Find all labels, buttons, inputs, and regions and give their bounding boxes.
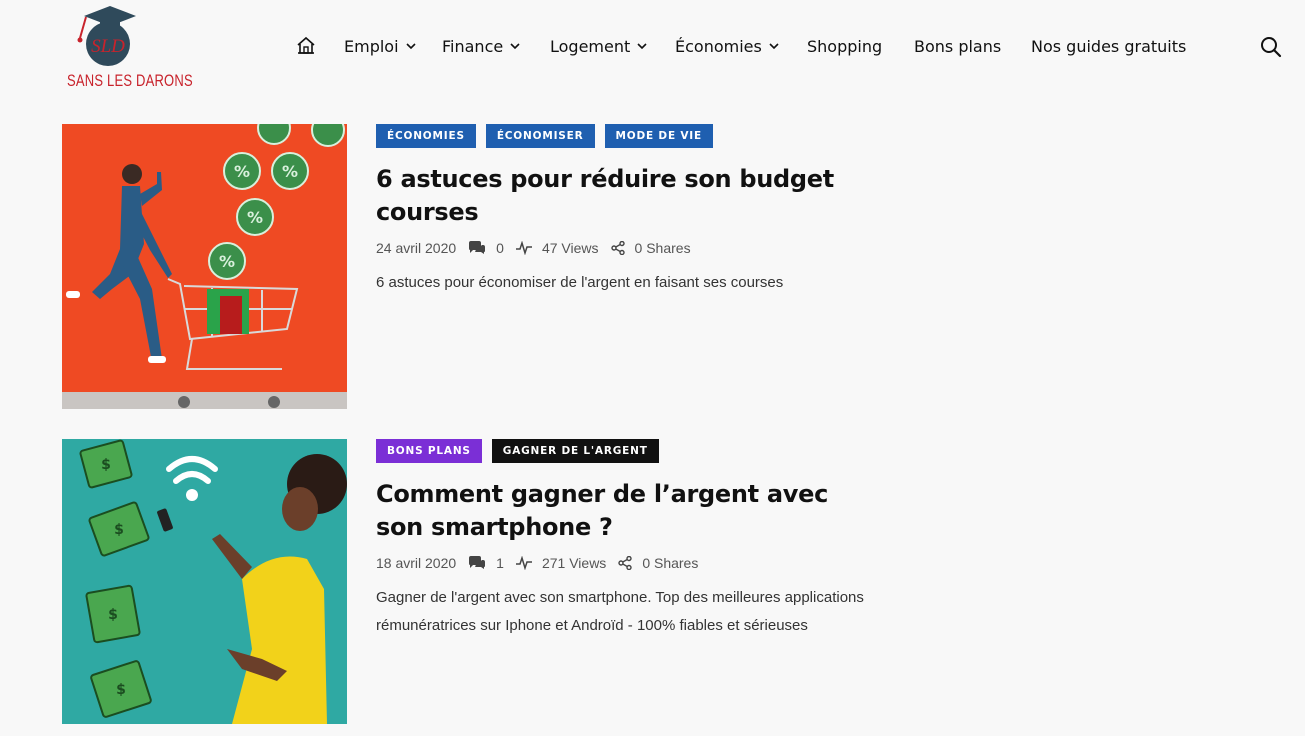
nav-label: Finance bbox=[442, 36, 504, 56]
nav-item-shopping[interactable]: Shopping bbox=[807, 33, 882, 59]
article-title[interactable]: Comment gagner de l’argent avec son smar… bbox=[376, 478, 876, 544]
comments-icon bbox=[469, 241, 486, 254]
svg-text:$: $ bbox=[116, 682, 126, 698]
nav-label: Shopping bbox=[807, 36, 883, 56]
article-tags: Bons plans Gagner de l'argent bbox=[376, 439, 659, 463]
chevron-down-icon bbox=[405, 43, 416, 50]
svg-text:%: % bbox=[234, 162, 250, 181]
share-icon bbox=[610, 241, 625, 255]
activity-icon bbox=[515, 241, 532, 255]
svg-text:$: $ bbox=[108, 607, 118, 623]
article-excerpt: 6 astuces pour économiser de l'argent en… bbox=[376, 274, 784, 291]
share-icon bbox=[618, 556, 633, 570]
nav-item-emploi[interactable]: Emploi bbox=[344, 33, 417, 59]
home-icon[interactable] bbox=[296, 36, 316, 56]
svg-text:$: $ bbox=[114, 522, 124, 538]
share-count: 0 Shares bbox=[634, 240, 691, 256]
article-meta: 18 avril 2020 1 271 Views 0 Shares bbox=[376, 555, 698, 571]
view-count: 47 Views bbox=[541, 240, 599, 256]
tag-bons-plans[interactable]: Bons plans bbox=[376, 439, 482, 463]
tag-economies[interactable]: Économies bbox=[376, 124, 476, 148]
nav-label: Emploi bbox=[344, 36, 399, 56]
shopping-cart-image: %%%% bbox=[62, 124, 347, 409]
search-icon[interactable] bbox=[1259, 35, 1283, 59]
article-thumbnail[interactable]: %%%% bbox=[62, 124, 347, 409]
article-date: 24 avril 2020 bbox=[376, 240, 457, 256]
nav-item-finance[interactable]: Finance bbox=[442, 33, 521, 59]
logo-text: SANS LES DARONS bbox=[67, 71, 193, 90]
chevron-down-icon bbox=[510, 43, 520, 50]
article-title[interactable]: 6 astuces pour réduire son budget course… bbox=[376, 163, 876, 229]
tag-mode-de-vie[interactable]: Mode de vie bbox=[604, 124, 713, 148]
article-excerpt: Gagner de l'argent avec son smartphone. … bbox=[376, 589, 864, 634]
view-count: 271 Views bbox=[541, 555, 607, 571]
chevron-down-icon bbox=[769, 43, 779, 50]
svg-text:%: % bbox=[219, 252, 235, 271]
smartphone-money-image: $ $ $ $ bbox=[62, 439, 347, 724]
svg-text:%: % bbox=[247, 208, 263, 227]
nav-item-guides[interactable]: Nos guides gratuits bbox=[1031, 33, 1186, 59]
comments-icon bbox=[469, 556, 486, 569]
tag-gagner-de-l-argent[interactable]: Gagner de l'argent bbox=[491, 439, 659, 463]
comment-count[interactable]: 1 bbox=[496, 555, 504, 571]
svg-text:$: $ bbox=[101, 457, 111, 473]
tag-economiser[interactable]: Économiser bbox=[485, 124, 595, 148]
nav-item-logement[interactable]: Logement bbox=[550, 33, 648, 59]
activity-icon bbox=[515, 556, 532, 570]
nav-label: Nos guides gratuits bbox=[1031, 36, 1187, 56]
svg-text:SLD: SLD bbox=[91, 36, 125, 57]
nav-label: Bons plans bbox=[914, 36, 1002, 56]
nav-label: Économies bbox=[675, 36, 762, 56]
comment-count[interactable]: 0 bbox=[496, 240, 504, 256]
nav-item-economies[interactable]: Économies bbox=[675, 33, 780, 59]
nav-item-bons-plans[interactable]: Bons plans bbox=[914, 33, 1001, 59]
article-meta: 24 avril 2020 0 47 Views 0 Shares bbox=[376, 240, 691, 256]
chevron-down-icon bbox=[637, 43, 647, 50]
article-tags: Économies Économiser Mode de vie bbox=[376, 124, 713, 148]
svg-text:%: % bbox=[282, 162, 298, 181]
share-count: 0 Shares bbox=[642, 555, 699, 571]
article-thumbnail[interactable]: $ $ $ $ bbox=[62, 439, 347, 724]
nav-label: Logement bbox=[550, 36, 631, 56]
article-date: 18 avril 2020 bbox=[376, 555, 457, 571]
